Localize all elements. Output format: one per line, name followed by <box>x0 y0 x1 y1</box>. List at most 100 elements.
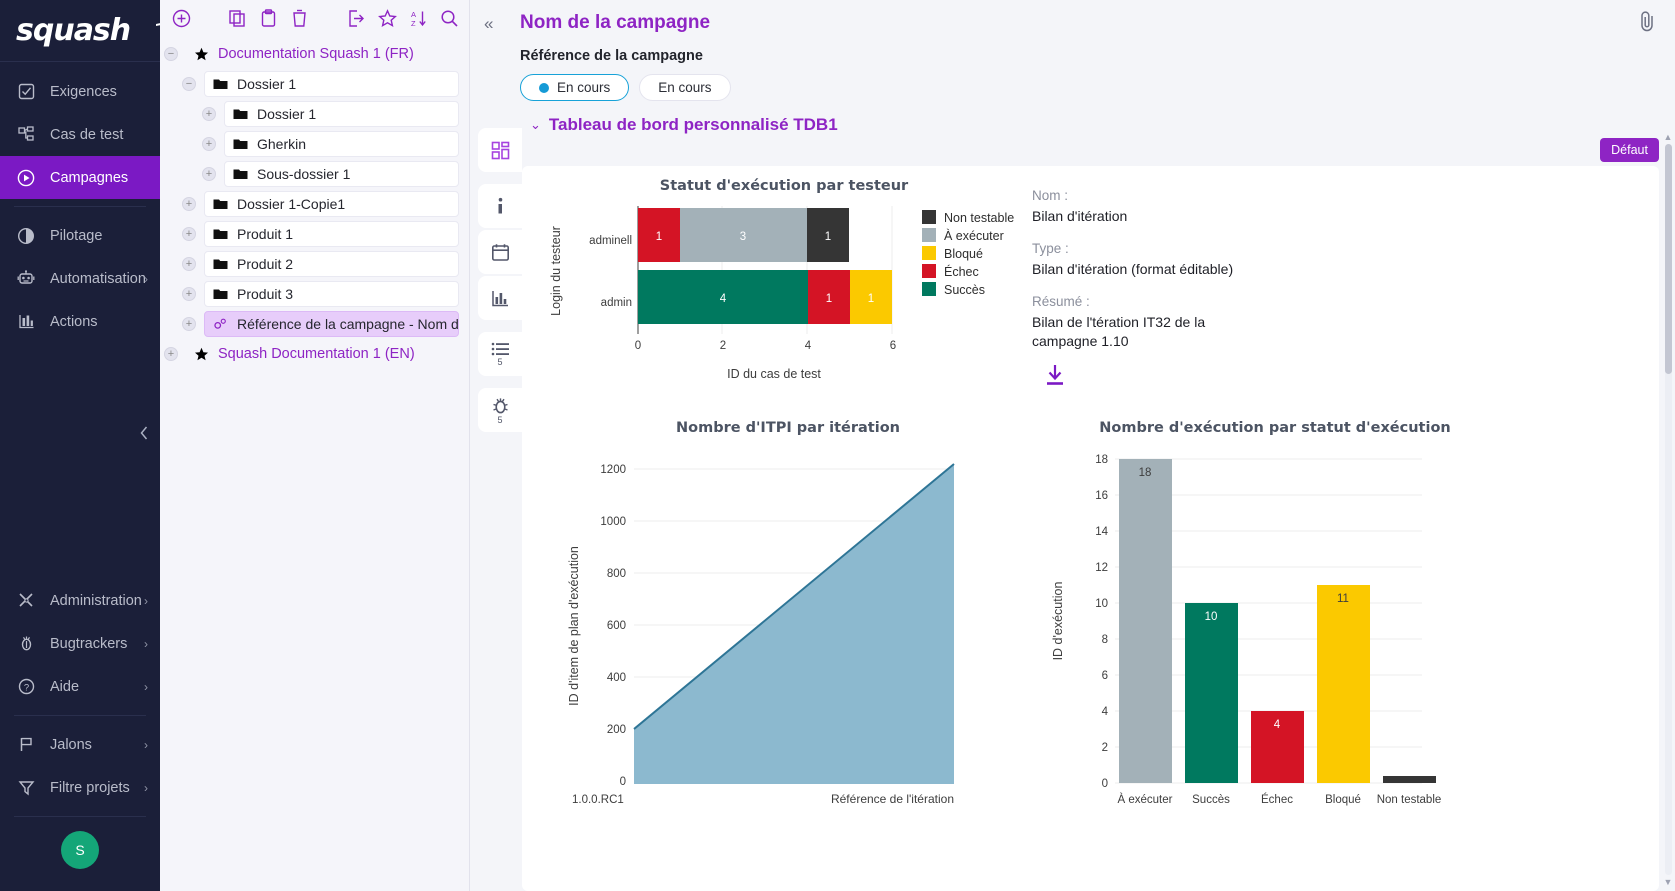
y-tick-label: 6 <box>1102 670 1108 682</box>
search-icon[interactable] <box>436 4 463 32</box>
tree-row[interactable]: + Produit 2 <box>160 250 469 278</box>
statistics-tab[interactable] <box>478 276 522 320</box>
tree-row[interactable]: + Produit 1 <box>160 220 469 248</box>
sidebar-item-filtre-projets[interactable]: Filtre projets › <box>0 766 160 809</box>
avatar[interactable]: S <box>61 831 99 869</box>
tree-row[interactable]: + Sous-dossier 1 <box>160 160 469 188</box>
tree-toolbar: AZ <box>160 0 469 36</box>
nav-collapse-button[interactable] <box>138 425 150 445</box>
dashboard-tab[interactable] <box>478 128 522 172</box>
dashboard-header[interactable]: ⌄ Tableau de bord personnalisé TDB1 <box>530 115 1675 135</box>
tree-toggle[interactable]: + <box>202 107 216 121</box>
dashboard-scrollbar[interactable]: ▲ ▼ <box>1663 132 1673 887</box>
panel-collapse-button[interactable]: « <box>484 14 493 34</box>
sidebar-item-label: Cas de test <box>50 127 123 143</box>
campaign-header: « Nom de la campagne Référence de la cam… <box>470 0 1675 101</box>
bar-label: 18 <box>1139 467 1152 479</box>
info-tab[interactable] <box>478 184 522 228</box>
sidebar-item-pilotage[interactable]: Pilotage <box>0 214 160 257</box>
legend-label: Succès <box>944 283 985 297</box>
nav-divider-2 <box>14 715 146 716</box>
sidebar-item-campagnes[interactable]: Campagnes <box>0 156 160 199</box>
tree-node[interactable]: Produit 2 <box>204 251 459 277</box>
copy-icon[interactable] <box>224 4 251 32</box>
download-icon[interactable] <box>1044 363 1332 392</box>
tree-row[interactable]: + Gherkin <box>160 130 469 158</box>
tree-node[interactable]: Dossier 1 <box>224 101 459 127</box>
delete-icon[interactable] <box>286 4 313 32</box>
tree-toggle[interactable]: + <box>182 317 196 331</box>
tree-row[interactable]: − Documentation Squash 1 (FR) <box>160 40 469 68</box>
scrollbar-thumb[interactable] <box>1665 144 1672 374</box>
tree-row[interactable]: − Dossier 1 <box>160 70 469 98</box>
chart-svg: Nombre d'exécution par statut d'exécutio… <box>1022 406 1502 826</box>
status-badge-secondary[interactable]: En cours <box>639 74 730 101</box>
tree-node[interactable]: Dossier 1-Copie1 <box>204 191 459 217</box>
tree-row[interactable]: + Référence de la campagne - Nom d... <box>160 310 469 338</box>
sidebar-item-administration[interactable]: Administration › <box>0 579 160 622</box>
scroll-up-arrow-icon[interactable]: ▲ <box>1663 132 1673 142</box>
play-circle-icon <box>16 168 36 188</box>
bugs-tab[interactable]: 5 <box>478 388 522 432</box>
tree-toggle[interactable]: + <box>202 167 216 181</box>
bar-a-executer <box>1119 459 1172 783</box>
sort-icon[interactable]: AZ <box>405 4 432 32</box>
tree-node[interactable]: Produit 1 <box>204 221 459 247</box>
favorite-star-icon[interactable] <box>374 4 401 32</box>
sidebar-item-aide[interactable]: ? Aide › <box>0 665 160 708</box>
chevron-right-icon: › <box>144 680 148 694</box>
tree-node-label: Sous-dossier 1 <box>257 166 350 182</box>
export-icon[interactable] <box>343 4 370 32</box>
tree-row[interactable]: + Dossier 1 <box>160 100 469 128</box>
paste-icon[interactable] <box>255 4 282 32</box>
tree-toggle[interactable]: − <box>164 47 178 61</box>
tree-row[interactable]: + Dossier 1-Copie1 <box>160 190 469 218</box>
y-tick-label: 10 <box>1095 598 1108 610</box>
tree-toggle[interactable]: + <box>164 347 178 361</box>
tree-node[interactable]: Squash Documentation 1 (EN) <box>186 341 469 367</box>
scroll-down-arrow-icon[interactable]: ▼ <box>1663 877 1673 887</box>
tree-node[interactable]: Gherkin <box>224 131 459 157</box>
tree-toggle[interactable]: + <box>202 137 216 151</box>
tree-node-label: Squash Documentation 1 (EN) <box>218 346 415 362</box>
folder-icon <box>213 258 228 270</box>
x-tick-label: 1.0.0.RC1 <box>572 794 624 806</box>
folder-icon <box>213 198 228 210</box>
tree-node[interactable]: Documentation Squash 1 (FR) <box>186 41 469 67</box>
sidebar-item-bugtrackers[interactable]: Bugtrackers › <box>0 622 160 665</box>
legend-swatch <box>922 264 936 278</box>
calendar-tab[interactable] <box>478 230 522 274</box>
tree-toggle[interactable]: + <box>182 227 196 241</box>
tree-row[interactable]: + Squash Documentation 1 (EN) <box>160 340 469 368</box>
svg-text:?: ? <box>23 683 28 694</box>
tree-toggle[interactable]: + <box>182 287 196 301</box>
tree-node[interactable]: Sous-dossier 1 <box>224 161 459 187</box>
tree-node-label: Dossier 1 <box>237 76 296 92</box>
paperclip-icon[interactable] <box>1637 10 1657 37</box>
status-label: En cours <box>557 80 610 95</box>
nav-divider-3 <box>14 816 146 817</box>
tree-node[interactable]: Dossier 1 <box>204 71 459 97</box>
iterations-tab[interactable]: 5 <box>478 332 522 376</box>
default-dashboard-button[interactable]: Défaut <box>1600 138 1659 162</box>
tree-node-selected[interactable]: Référence de la campagne - Nom d... <box>204 311 459 337</box>
chevron-right-icon: › <box>144 594 148 608</box>
sidebar-item-automatisation[interactable]: Automatisation › <box>0 257 160 300</box>
sidebar-item-jalons[interactable]: Jalons › <box>0 723 160 766</box>
y-tick-label: 2 <box>1102 742 1108 754</box>
tree-toggle[interactable]: + <box>182 197 196 211</box>
sidebar-item-exigences[interactable]: Exigences <box>0 70 160 113</box>
sidebar-item-actions[interactable]: Actions <box>0 300 160 343</box>
chevron-down-icon[interactable]: ⌄ <box>530 117 541 133</box>
tree-toggle[interactable]: + <box>182 257 196 271</box>
bug-icon <box>491 397 510 415</box>
sidebar-item-label: Actions <box>50 314 98 330</box>
tree-row[interactable]: + Produit 3 <box>160 280 469 308</box>
y-tick-label: 16 <box>1095 490 1108 502</box>
tree-toggle[interactable]: − <box>182 77 196 91</box>
sidebar-item-cas-de-test[interactable]: Cas de test <box>0 113 160 156</box>
status-badge-execution[interactable]: En cours <box>520 74 629 101</box>
folder-icon <box>233 168 248 180</box>
tree-node[interactable]: Produit 3 <box>204 281 459 307</box>
add-icon[interactable] <box>168 4 195 32</box>
